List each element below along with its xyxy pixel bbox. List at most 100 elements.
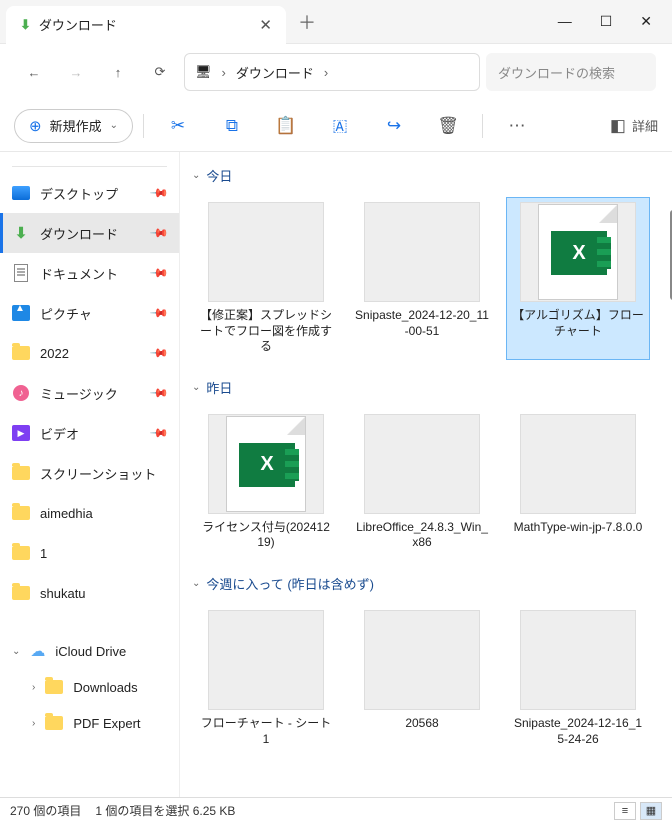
- chevron-right-icon[interactable]: ›: [324, 65, 328, 80]
- statusbar: 270 個の項目 1 個の項目を選択 6.25 KB ≡ ▦: [0, 797, 672, 823]
- folder-icon: [45, 680, 63, 694]
- sidebar-item[interactable]: shukatu: [0, 573, 179, 613]
- file-thumbnail: [364, 202, 480, 302]
- document-icon: [12, 264, 30, 282]
- group-label: 今週に入って (昨日は含めず): [206, 574, 374, 593]
- sidebar-item[interactable]: 2022 📌: [0, 333, 179, 373]
- search-placeholder: ダウンロードの検索: [498, 63, 615, 82]
- paste-button[interactable]: 📋: [262, 108, 310, 144]
- group-header[interactable]: ⌄昨日: [192, 372, 660, 403]
- file-grid[interactable]: ⌄今日 【修正案】スプレッドシートでフロー図を作成する Snipaste_202…: [180, 152, 672, 797]
- file-name: Snipaste_2024-12-16_15-24-26: [511, 716, 645, 747]
- sidebar-item[interactable]: デスクトップ 📌: [0, 173, 179, 213]
- file-name: MathType-win-jp-7.8.0.0: [514, 520, 643, 536]
- toolbar: ⊕ 新規作成 ⌄ ✂ ⧉ 📋 🇦 ↪ 🗑 ⋯ ◧ 詳細: [0, 100, 672, 152]
- new-label: 新規作成: [50, 116, 102, 135]
- address-bar[interactable]: 🖥 › ダウンロード ›: [184, 53, 480, 91]
- pin-icon[interactable]: 📌: [149, 223, 169, 243]
- navbar: ← → ↑ ⟳ 🖥 › ダウンロード › ダウンロードの検索: [0, 44, 672, 100]
- details-label: 詳細: [632, 116, 658, 135]
- sidebar-item-label: shukatu: [40, 586, 86, 601]
- file-item[interactable]: Snipaste_2024-12-20_11-00-51: [350, 197, 494, 360]
- sidebar-item[interactable]: ♪ ミュージック 📌: [0, 373, 179, 413]
- sidebar-item[interactable]: ▶ ビデオ 📌: [0, 413, 179, 453]
- chevron-right-icon[interactable]: ›: [222, 65, 226, 80]
- sidebar-group-icloud[interactable]: ⌄ ☁ iCloud Drive: [0, 633, 179, 669]
- file-item[interactable]: 20568: [350, 605, 494, 752]
- sidebar-item-label: aimedhia: [40, 506, 93, 521]
- file-item[interactable]: MathType-win-jp-7.8.0.0: [506, 409, 650, 556]
- file-name: 【修正案】スプレッドシートでフロー図を作成する: [199, 308, 333, 355]
- tab-title: ダウンロード: [39, 15, 252, 34]
- cut-button[interactable]: ✂: [154, 108, 202, 144]
- file-item[interactable]: X ライセンス付与(20241219): [194, 409, 338, 556]
- sidebar-item-label: ドキュメント: [40, 264, 118, 283]
- more-button[interactable]: ⋯: [493, 108, 541, 144]
- sidebar-item-label: 1: [40, 546, 47, 561]
- maximize-button[interactable]: ☐: [600, 13, 613, 30]
- chevron-down-icon: ⌄: [192, 578, 200, 589]
- chevron-down-icon: ⌄: [110, 120, 118, 131]
- refresh-button[interactable]: ⟳: [142, 54, 178, 90]
- file-name: 【アルゴリズム】フローチャート: [511, 308, 645, 339]
- music-icon: ♪: [12, 384, 30, 402]
- pin-icon[interactable]: 📌: [149, 263, 169, 283]
- sidebar-item-label: Downloads: [73, 680, 137, 695]
- main: デスクトップ 📌⬇ ダウンロード 📌 ドキュメント 📌 ピクチャ 📌 2022 …: [0, 152, 672, 797]
- list-view-button[interactable]: ≡: [614, 802, 636, 820]
- file-item[interactable]: Snipaste_2024-12-16_15-24-26: [506, 605, 650, 752]
- file-item[interactable]: LibreOffice_24.8.3_Win_x86: [350, 409, 494, 556]
- sidebar-item[interactable]: aimedhia: [0, 493, 179, 533]
- sidebar-label: iCloud Drive: [55, 644, 126, 659]
- minimize-button[interactable]: ―: [558, 13, 572, 30]
- folder-icon: [12, 584, 30, 602]
- chevron-down-icon: ⌄: [192, 170, 200, 181]
- rename-button[interactable]: 🇦: [316, 108, 364, 144]
- pin-icon[interactable]: 📌: [149, 423, 169, 443]
- new-tab-button[interactable]: ＋: [298, 9, 316, 35]
- pin-icon[interactable]: 📌: [149, 183, 169, 203]
- folder-icon: [12, 544, 30, 562]
- sidebar-item[interactable]: › PDF Expert: [0, 705, 179, 741]
- file-name: フローチャート - シート1: [199, 716, 333, 747]
- sidebar-item[interactable]: スクリーンショット: [0, 453, 179, 493]
- tab[interactable]: ⬇ ダウンロード ✕: [6, 6, 286, 44]
- sidebar-item[interactable]: › Downloads: [0, 669, 179, 705]
- sidebar-item[interactable]: ⬇ ダウンロード 📌: [0, 213, 179, 253]
- new-button[interactable]: ⊕ 新規作成 ⌄: [14, 109, 133, 143]
- sidebar-item[interactable]: ドキュメント 📌: [0, 253, 179, 293]
- video-icon: ▶: [12, 424, 30, 442]
- search-input[interactable]: ダウンロードの検索: [486, 53, 656, 91]
- group-header[interactable]: ⌄今日: [192, 160, 660, 191]
- file-item[interactable]: X 【アルゴリズム】フローチャート: [506, 197, 650, 360]
- sidebar-item-label: デスクトップ: [40, 184, 118, 203]
- file-thumbnail: [520, 414, 636, 514]
- pin-icon[interactable]: 📌: [149, 303, 169, 323]
- grid-view-button[interactable]: ▦: [640, 802, 662, 820]
- chevron-right-icon: ›: [32, 682, 35, 693]
- sidebar-item-label: スクリーンショット: [40, 464, 156, 483]
- address-location[interactable]: ダウンロード: [236, 63, 314, 82]
- sidebar-item[interactable]: 1: [0, 533, 179, 573]
- file-thumbnail: X: [208, 414, 324, 514]
- sidebar-item[interactable]: ピクチャ 📌: [0, 293, 179, 333]
- share-button[interactable]: ↪: [370, 108, 418, 144]
- folder-icon: [45, 716, 63, 730]
- up-button[interactable]: ↑: [100, 54, 136, 90]
- back-button[interactable]: ←: [16, 54, 52, 90]
- close-tab-icon[interactable]: ✕: [259, 16, 272, 34]
- forward-button[interactable]: →: [58, 54, 94, 90]
- file-item[interactable]: フローチャート - シート1: [194, 605, 338, 752]
- close-window-button[interactable]: ✕: [640, 13, 652, 30]
- cloud-icon: ☁: [30, 642, 45, 660]
- delete-button[interactable]: 🗑: [424, 108, 472, 144]
- group-header[interactable]: ⌄ 今週に入って (昨日は含めず): [192, 568, 660, 599]
- details-pane-button[interactable]: ◧ 詳細: [610, 108, 658, 144]
- file-name: LibreOffice_24.8.3_Win_x86: [355, 520, 489, 551]
- file-item[interactable]: 【修正案】スプレッドシートでフロー図を作成する: [194, 197, 338, 360]
- copy-button[interactable]: ⧉: [208, 108, 256, 144]
- details-icon: ◧: [610, 116, 626, 136]
- sidebar: デスクトップ 📌⬇ ダウンロード 📌 ドキュメント 📌 ピクチャ 📌 2022 …: [0, 152, 180, 797]
- pin-icon[interactable]: 📌: [149, 383, 169, 403]
- pin-icon[interactable]: 📌: [149, 343, 169, 363]
